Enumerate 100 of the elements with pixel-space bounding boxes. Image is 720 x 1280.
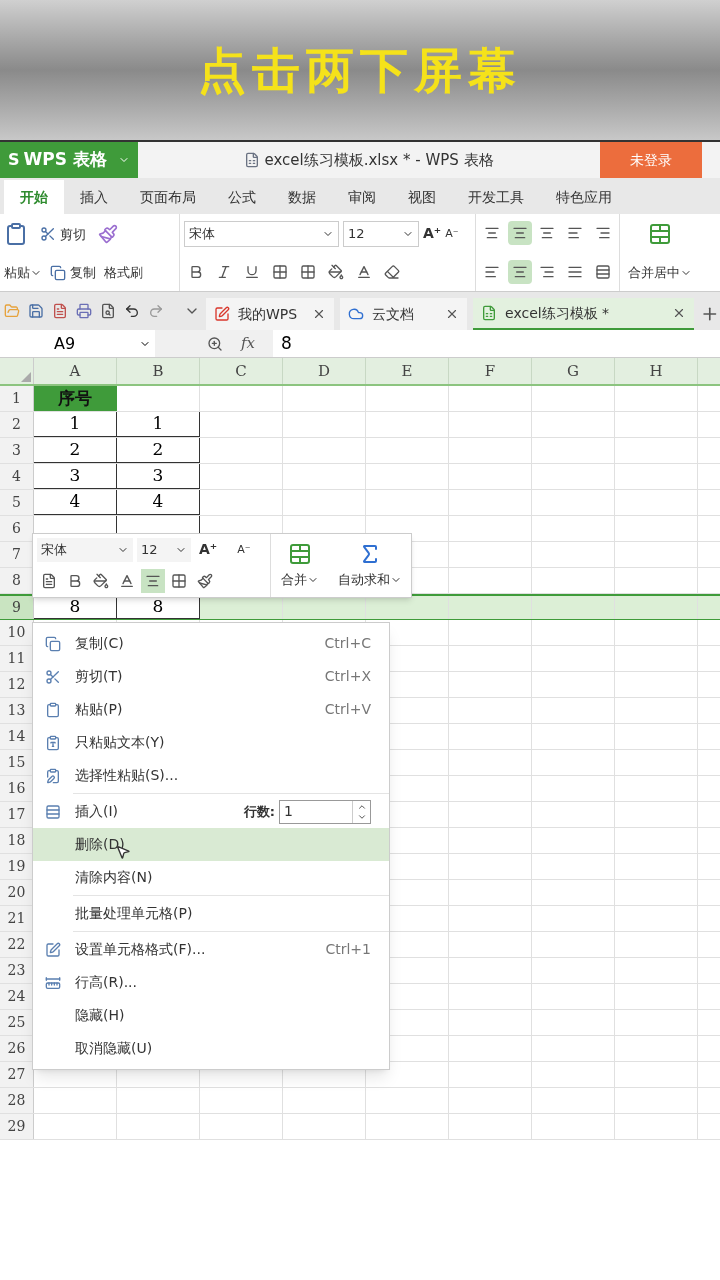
menu-item[interactable]: 剪切(T) Ctrl+X: [33, 660, 389, 693]
row-header[interactable]: 29: [0, 1114, 34, 1139]
column-header[interactable]: H: [615, 358, 698, 384]
menu-item[interactable]: 设置单元格格式(F)... Ctrl+1: [33, 933, 389, 966]
paste-button[interactable]: 粘贴: [4, 263, 42, 283]
app-logo: S: [8, 149, 20, 171]
row-header[interactable]: 6: [0, 516, 34, 541]
function-label[interactable]: fx: [231, 332, 265, 355]
row-header[interactable]: 18: [0, 828, 34, 853]
row-header[interactable]: 21: [0, 906, 34, 931]
column-header[interactable]: F: [449, 358, 532, 384]
print-preview-icon[interactable]: [100, 303, 116, 319]
ribbon-tab[interactable]: 特色应用: [540, 180, 628, 214]
border-icon: [272, 264, 288, 281]
scissors-icon: [40, 226, 56, 243]
ribbon-tab[interactable]: 插入: [64, 180, 124, 214]
undo-icon[interactable]: [124, 303, 140, 319]
font-select[interactable]: 宋体: [37, 537, 133, 562]
app-menu-button[interactable]: S WPS 表格: [0, 142, 138, 178]
ribbon-tab[interactable]: 公式: [212, 180, 272, 214]
row-header[interactable]: 15: [0, 750, 34, 775]
column-header[interactable]: D: [283, 358, 366, 384]
grow-font-button[interactable]: A⁺: [423, 223, 442, 245]
formula-input[interactable]: 8: [273, 330, 720, 357]
format-painter-button[interactable]: 格式刷: [104, 263, 143, 283]
column-header[interactable]: E: [366, 358, 449, 384]
search-icon[interactable]: [207, 335, 223, 352]
menu-item[interactable]: 插入(I) 行数: 1: [33, 795, 389, 828]
row-header[interactable]: 23: [0, 958, 34, 983]
rows-spinner[interactable]: 1: [279, 799, 371, 824]
row-header[interactable]: 14: [0, 724, 34, 749]
row-header[interactable]: 16: [0, 776, 34, 801]
autosum-button[interactable]: 自动求和: [337, 541, 402, 590]
menu-item[interactable]: 删除(D): [33, 828, 389, 861]
caption-text: 点击两下屏幕: [198, 41, 522, 100]
ribbon-tab[interactable]: 开始: [4, 180, 64, 214]
document-tab[interactable]: excel练习模板 *: [473, 298, 695, 330]
row-header[interactable]: 27: [0, 1062, 34, 1087]
row-header[interactable]: 3: [0, 438, 34, 463]
row-header[interactable]: 22: [0, 932, 34, 957]
merge-center-button[interactable]: 合并居中: [628, 263, 692, 283]
document-tab[interactable]: 我的WPS: [206, 298, 334, 330]
menu-item[interactable]: 选择性粘贴(S)...: [33, 759, 389, 792]
shrink-font-button[interactable]: A⁻: [445, 225, 459, 242]
row-header[interactable]: 5: [0, 490, 34, 515]
column-header[interactable]: G: [532, 358, 615, 384]
align-center-button[interactable]: [507, 259, 532, 284]
menu-item[interactable]: 行高(R)...: [33, 966, 389, 999]
row-header[interactable]: 4: [0, 464, 34, 489]
name-box[interactable]: A9: [0, 330, 155, 357]
ribbon-tab[interactable]: 视图: [392, 180, 452, 214]
column-header[interactable]: C: [200, 358, 283, 384]
row-header[interactable]: 19: [0, 854, 34, 879]
ribbon-tab[interactable]: 数据: [272, 180, 332, 214]
fill-color-icon: [328, 264, 344, 281]
font-size-select[interactable]: 12: [137, 537, 191, 562]
document-icon[interactable]: [52, 303, 68, 319]
row-header[interactable]: 12: [0, 672, 34, 697]
column-header[interactable]: B: [117, 358, 200, 384]
row-header[interactable]: 24: [0, 984, 34, 1009]
column-header[interactable]: A: [34, 358, 117, 384]
row-header[interactable]: 11: [0, 646, 34, 671]
bold-icon: [188, 264, 204, 281]
table-cell: 4: [34, 490, 117, 515]
menu-item[interactable]: 粘贴(P) Ctrl+V: [33, 693, 389, 726]
row-header[interactable]: 25: [0, 1010, 34, 1035]
merge-button[interactable]: 合并: [280, 541, 319, 590]
row-header[interactable]: 26: [0, 1036, 34, 1061]
row-header[interactable]: 13: [0, 698, 34, 723]
align-center-button[interactable]: [141, 569, 165, 594]
menu-item[interactable]: 取消隐藏(U): [33, 1032, 389, 1065]
document-tab[interactable]: 云文档: [339, 298, 468, 330]
grow-font-button[interactable]: A⁺: [199, 539, 218, 561]
save-icon[interactable]: [28, 303, 44, 319]
cut-button[interactable]: 剪切: [40, 224, 86, 245]
format-painter-icon: [197, 573, 213, 590]
menu-item[interactable]: 清除内容(N): [33, 861, 389, 894]
row-header[interactable]: 8: [0, 568, 34, 593]
row-header[interactable]: 1: [0, 386, 34, 411]
copy-button[interactable]: 复制: [50, 263, 96, 283]
ribbon-tab[interactable]: 开发工具: [452, 180, 540, 214]
menu-item[interactable]: 只粘贴文本(Y): [33, 726, 389, 759]
table-cell: 8: [34, 596, 117, 619]
row-header[interactable]: 9: [0, 596, 34, 619]
ribbon-tab[interactable]: 审阅: [332, 180, 392, 214]
font-size-select[interactable]: 12: [343, 220, 419, 247]
menu-item[interactable]: 隐藏(H): [33, 999, 389, 1032]
menu-item[interactable]: 复制(C) Ctrl+C: [33, 627, 389, 660]
row-header[interactable]: 2: [0, 412, 34, 437]
row-header[interactable]: 28: [0, 1088, 34, 1113]
font-select[interactable]: 宋体: [184, 220, 339, 247]
menu-item[interactable]: 批量处理单元格(P): [33, 897, 389, 930]
row-header[interactable]: 17: [0, 802, 34, 827]
ribbon-tab[interactable]: 页面布局: [124, 180, 212, 214]
row-header[interactable]: 7: [0, 542, 34, 567]
shrink-font-button[interactable]: A⁻: [237, 541, 251, 558]
row-header[interactable]: 20: [0, 880, 34, 905]
middle-align-button[interactable]: [507, 221, 532, 246]
row-header[interactable]: 10: [0, 620, 34, 645]
printer-icon[interactable]: [76, 303, 92, 319]
